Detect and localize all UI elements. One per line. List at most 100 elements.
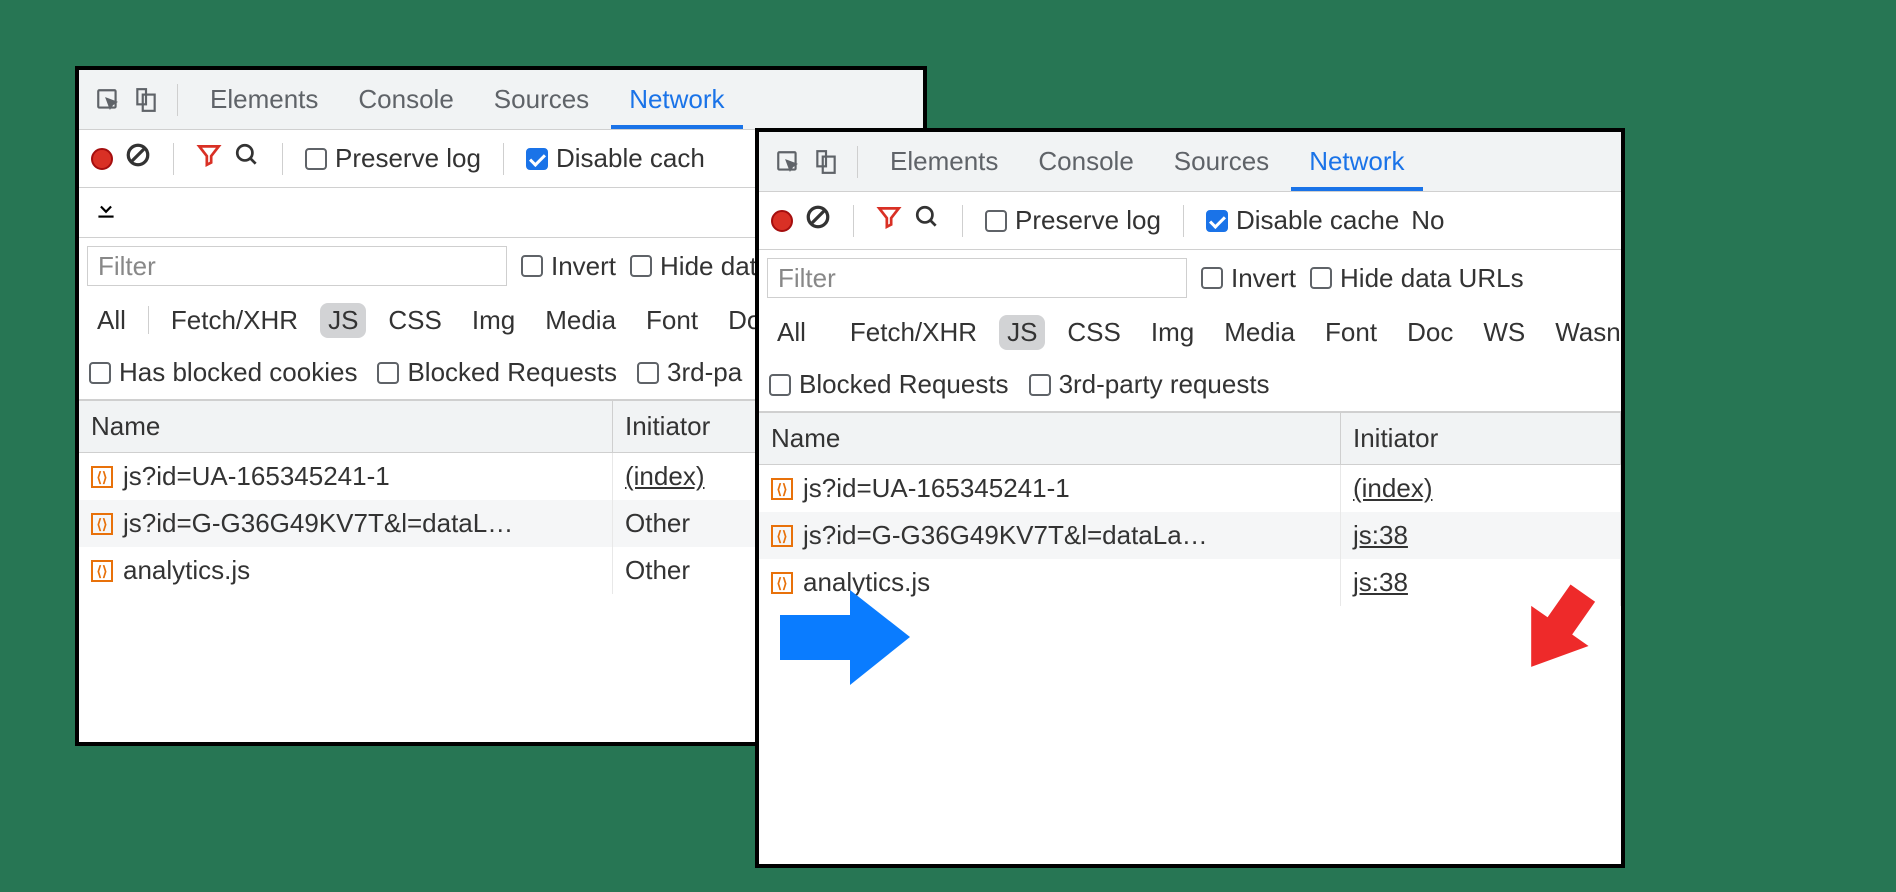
blocked-cookies-label: Has blocked cookies xyxy=(119,357,357,388)
request-name-cell[interactable]: ⟨⟩analytics.js xyxy=(79,547,613,594)
blocked-requests-label: Blocked Requests xyxy=(799,369,1009,400)
blocked-requests-label: Blocked Requests xyxy=(407,357,617,388)
separator xyxy=(857,146,858,178)
request-name-cell[interactable]: ⟨⟩ js?id=G-G36G49KV7T&l=dataLa… xyxy=(759,512,1341,559)
type-js[interactable]: JS xyxy=(320,303,366,338)
record-icon[interactable] xyxy=(771,210,793,232)
type-all[interactable]: All xyxy=(769,315,814,350)
inspect-icon[interactable] xyxy=(771,145,805,179)
js-file-icon: ⟨⟩ xyxy=(771,525,793,547)
separator xyxy=(503,143,504,175)
request-name-cell[interactable]: ⟨⟩ js?id=G-G36G49KV7T&l=dataL… xyxy=(79,500,613,547)
filter-input[interactable]: Filter xyxy=(87,246,507,286)
tab-elements[interactable]: Elements xyxy=(192,70,336,129)
requests-table: Name Initiator ⟨⟩ js?id=UA-165345241-1 (i… xyxy=(759,412,1621,606)
search-icon[interactable] xyxy=(914,204,940,237)
initiator-link[interactable]: js:38 xyxy=(1353,567,1408,598)
search-icon[interactable] xyxy=(234,142,260,175)
initiator-text: Other xyxy=(625,508,690,539)
hide-data-urls-label: Hide data URLs xyxy=(1340,263,1524,294)
inspect-icon[interactable] xyxy=(91,83,125,117)
devtools-panel-right: Elements Console Sources Network Preserv… xyxy=(755,128,1625,868)
third-party-checkbox[interactable]: 3rd-pa xyxy=(637,357,742,388)
record-icon[interactable] xyxy=(91,148,113,170)
separator xyxy=(173,143,174,175)
separator xyxy=(1183,205,1184,237)
request-name-cell[interactable]: ⟨⟩js?id=UA-165345241-1 xyxy=(79,453,613,500)
type-doc[interactable]: Doc xyxy=(1399,315,1461,350)
tab-sources[interactable]: Sources xyxy=(1156,132,1287,191)
column-initiator[interactable]: Initiator xyxy=(1341,413,1621,465)
initiator-link[interactable]: js:38 xyxy=(1353,520,1408,551)
column-name[interactable]: Name xyxy=(759,413,1341,465)
preserve-log-checkbox[interactable]: Preserve log xyxy=(305,143,481,174)
invert-checkbox[interactable]: Invert xyxy=(521,251,616,282)
request-name: js?id=G-G36G49KV7T&l=dataL… xyxy=(123,508,513,539)
tab-network[interactable]: Network xyxy=(1291,132,1422,191)
device-toggle-icon[interactable] xyxy=(129,83,163,117)
js-file-icon: ⟨⟩ xyxy=(91,513,113,535)
device-toggle-icon[interactable] xyxy=(809,145,843,179)
download-icon[interactable] xyxy=(93,196,119,229)
preserve-log-label: Preserve log xyxy=(335,143,481,174)
js-file-icon: ⟨⟩ xyxy=(771,478,793,500)
initiator-cell[interactable]: js:38 xyxy=(1341,512,1621,559)
preserve-log-label: Preserve log xyxy=(1015,205,1161,236)
filter-icon[interactable] xyxy=(196,142,222,175)
invert-checkbox[interactable]: Invert xyxy=(1201,263,1296,294)
initiator-link[interactable]: (index) xyxy=(1353,473,1432,504)
truncated-text: No xyxy=(1411,205,1444,236)
separator xyxy=(282,143,283,175)
separator xyxy=(853,205,854,237)
tab-console[interactable]: Console xyxy=(1020,132,1151,191)
type-js[interactable]: JS xyxy=(999,315,1045,350)
blocked-requests-checkbox[interactable]: Blocked Requests xyxy=(377,357,617,388)
types-row: All Fetch/XHR JS CSS Img Media Font Doc … xyxy=(759,306,1621,358)
type-ws[interactable]: WS xyxy=(1475,315,1533,350)
request-name-cell[interactable]: ⟨⟩ js?id=UA-165345241-1 xyxy=(759,465,1341,512)
type-all[interactable]: All xyxy=(89,303,134,338)
tab-sources[interactable]: Sources xyxy=(476,70,607,129)
type-font[interactable]: Font xyxy=(638,303,706,338)
disable-cache-checkbox[interactable]: Disable cach xyxy=(526,143,705,174)
tab-network[interactable]: Network xyxy=(611,70,742,129)
type-img[interactable]: Img xyxy=(1143,315,1202,350)
blocked-cookies-checkbox[interactable]: Has blocked cookies xyxy=(89,357,357,388)
type-fetch[interactable]: Fetch/XHR xyxy=(842,315,985,350)
clear-icon[interactable] xyxy=(125,142,151,175)
checks-row: Blocked Requests 3rd-party requests xyxy=(759,358,1621,412)
separator xyxy=(148,306,149,334)
type-fetch[interactable]: Fetch/XHR xyxy=(163,303,306,338)
disable-cache-label: Disable cach xyxy=(556,143,705,174)
type-css[interactable]: CSS xyxy=(380,303,449,338)
hide-data-urls-checkbox[interactable]: Hide data URLs xyxy=(1310,263,1524,294)
type-media[interactable]: Media xyxy=(537,303,624,338)
invert-label: Invert xyxy=(1231,263,1296,294)
blocked-requests-checkbox[interactable]: Blocked Requests xyxy=(769,369,1009,400)
disable-cache-checkbox[interactable]: Disable cache xyxy=(1206,205,1399,236)
type-media[interactable]: Media xyxy=(1216,315,1303,350)
tab-elements[interactable]: Elements xyxy=(872,132,1016,191)
type-wasm[interactable]: Wasn xyxy=(1547,315,1621,350)
tabs-row: Elements Console Sources Network xyxy=(759,132,1621,192)
request-name: js?id=UA-165345241-1 xyxy=(803,473,1070,504)
preserve-log-checkbox[interactable]: Preserve log xyxy=(985,205,1161,236)
js-file-icon: ⟨⟩ xyxy=(91,560,113,582)
type-font[interactable]: Font xyxy=(1317,315,1385,350)
column-name[interactable]: Name xyxy=(79,401,613,453)
initiator-text: Other xyxy=(625,555,690,586)
toolbar-row: Preserve log Disable cache No xyxy=(759,192,1621,250)
clear-icon[interactable] xyxy=(805,204,831,237)
type-img[interactable]: Img xyxy=(464,303,523,338)
tabs-row: Elements Console Sources Network xyxy=(79,70,923,130)
filter-input[interactable]: Filter xyxy=(767,258,1187,298)
initiator-cell[interactable]: (index) xyxy=(1341,465,1621,512)
third-party-checkbox[interactable]: 3rd-party requests xyxy=(1029,369,1270,400)
filter-icon[interactable] xyxy=(876,204,902,237)
js-file-icon: ⟨⟩ xyxy=(91,466,113,488)
request-name: js?id=G-G36G49KV7T&l=dataLa… xyxy=(803,520,1208,551)
initiator-link[interactable]: (index) xyxy=(625,461,704,492)
tab-console[interactable]: Console xyxy=(340,70,471,129)
disable-cache-label: Disable cache xyxy=(1236,205,1399,236)
type-css[interactable]: CSS xyxy=(1059,315,1128,350)
